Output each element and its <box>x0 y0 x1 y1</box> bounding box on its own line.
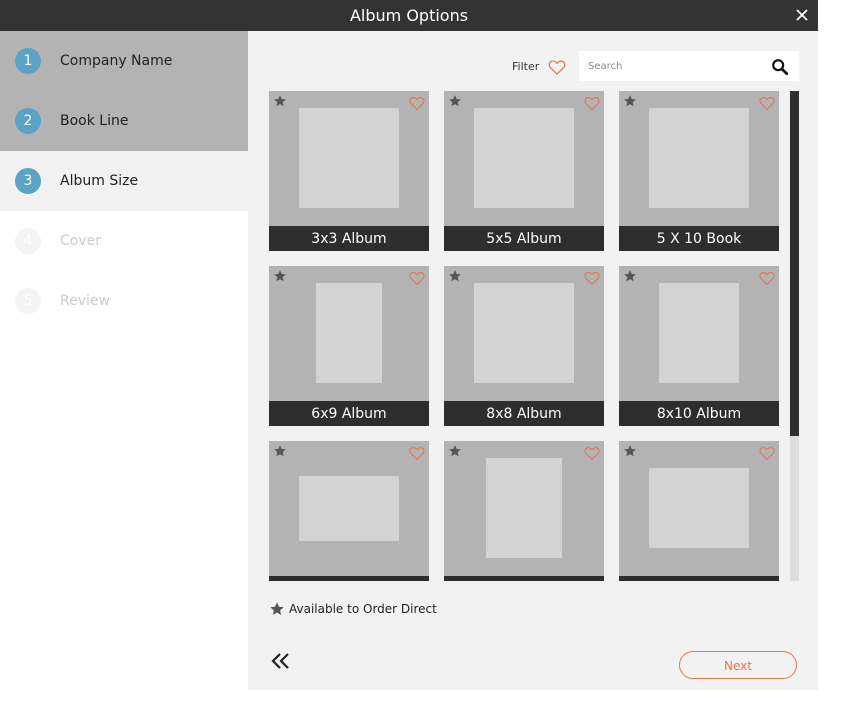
star-icon <box>449 95 461 107</box>
filter-label: Filter <box>512 60 540 73</box>
album-name <box>444 576 604 581</box>
album-thumbnail <box>474 283 574 383</box>
star-icon <box>274 270 286 282</box>
heart-icon[interactable] <box>408 444 426 462</box>
close-icon[interactable] <box>792 5 812 25</box>
step-number: 5 <box>15 288 41 314</box>
star-icon <box>624 445 636 457</box>
step-number: 1 <box>15 48 41 74</box>
star-icon <box>624 270 636 282</box>
album-name: 3x3 Album <box>269 226 429 251</box>
grid-scrollbar[interactable] <box>790 91 799 581</box>
heart-icon[interactable] <box>408 94 426 112</box>
heart-icon[interactable] <box>758 94 776 112</box>
step-label: Review <box>60 293 110 309</box>
star-icon <box>274 95 286 107</box>
album-options-dialog: Album Options 1 Company Name 2 Book Line… <box>0 0 818 690</box>
album-name <box>619 576 779 581</box>
album-name: 5x5 Album <box>444 226 604 251</box>
step-company-name[interactable]: 1 Company Name <box>0 31 248 91</box>
search-input[interactable] <box>579 51 763 81</box>
album-name: 8x10 Album <box>619 401 779 426</box>
album-card[interactable] <box>619 441 779 581</box>
steps-sidebar: 1 Company Name 2 Book Line 3 Album Size … <box>0 31 248 690</box>
album-thumbnail <box>486 458 562 558</box>
album-thumbnail <box>299 476 399 541</box>
title-bar: Album Options <box>0 0 818 31</box>
album-card[interactable]: 8x8 Album <box>444 266 604 426</box>
star-icon <box>270 602 284 615</box>
album-thumbnail <box>659 283 739 383</box>
step-album-size[interactable]: 3 Album Size <box>0 151 248 211</box>
heart-icon[interactable] <box>583 444 601 462</box>
album-card[interactable]: 6x9 Album <box>269 266 429 426</box>
album-grid: 3x3 Album 5x5 Album 5 X 10 Book 6x9 Albu… <box>269 91 784 581</box>
heart-icon[interactable] <box>758 444 776 462</box>
step-number: 2 <box>15 108 41 134</box>
album-name: 8x8 Album <box>444 401 604 426</box>
album-name <box>269 576 429 581</box>
star-icon <box>449 270 461 282</box>
star-icon <box>624 95 636 107</box>
scrollbar-thumb[interactable] <box>790 91 799 436</box>
step-label: Book Line <box>60 113 129 129</box>
step-number: 3 <box>15 168 41 194</box>
album-card[interactable]: 3x3 Album <box>269 91 429 251</box>
step-label: Cover <box>60 233 101 249</box>
next-button[interactable]: Next <box>679 651 797 679</box>
album-card[interactable]: 5 X 10 Book <box>619 91 779 251</box>
star-icon <box>274 445 286 457</box>
album-name: 6x9 Album <box>269 401 429 426</box>
step-label: Company Name <box>60 53 173 69</box>
album-card[interactable] <box>269 441 429 581</box>
album-thumbnail <box>649 468 749 548</box>
step-label: Album Size <box>60 173 139 189</box>
step-number: 4 <box>15 228 41 254</box>
step-review: 5 Review <box>0 271 248 331</box>
double-chevron-left-icon[interactable] <box>270 651 292 671</box>
album-thumbnail <box>316 283 382 383</box>
album-size-panel: Filter 3x3 Album 5x5 Album <box>248 31 818 690</box>
heart-icon[interactable] <box>547 57 567 77</box>
album-thumbnail <box>299 108 399 208</box>
album-card[interactable] <box>444 441 604 581</box>
album-card[interactable]: 5x5 Album <box>444 91 604 251</box>
star-icon <box>449 445 461 457</box>
legend-text: Available to Order Direct <box>289 602 437 616</box>
heart-icon[interactable] <box>583 269 601 287</box>
heart-icon[interactable] <box>758 269 776 287</box>
heart-icon[interactable] <box>583 94 601 112</box>
album-thumbnail <box>649 108 749 208</box>
step-book-line[interactable]: 2 Book Line <box>0 91 248 151</box>
heart-icon[interactable] <box>408 269 426 287</box>
dialog-title: Album Options <box>349 6 469 25</box>
step-cover: 4 Cover <box>0 211 248 271</box>
search-box <box>579 51 799 81</box>
album-card[interactable]: 8x10 Album <box>619 266 779 426</box>
album-thumbnail <box>474 108 574 208</box>
magnifier-icon[interactable] <box>771 58 789 76</box>
album-name: 5 X 10 Book <box>619 226 779 251</box>
